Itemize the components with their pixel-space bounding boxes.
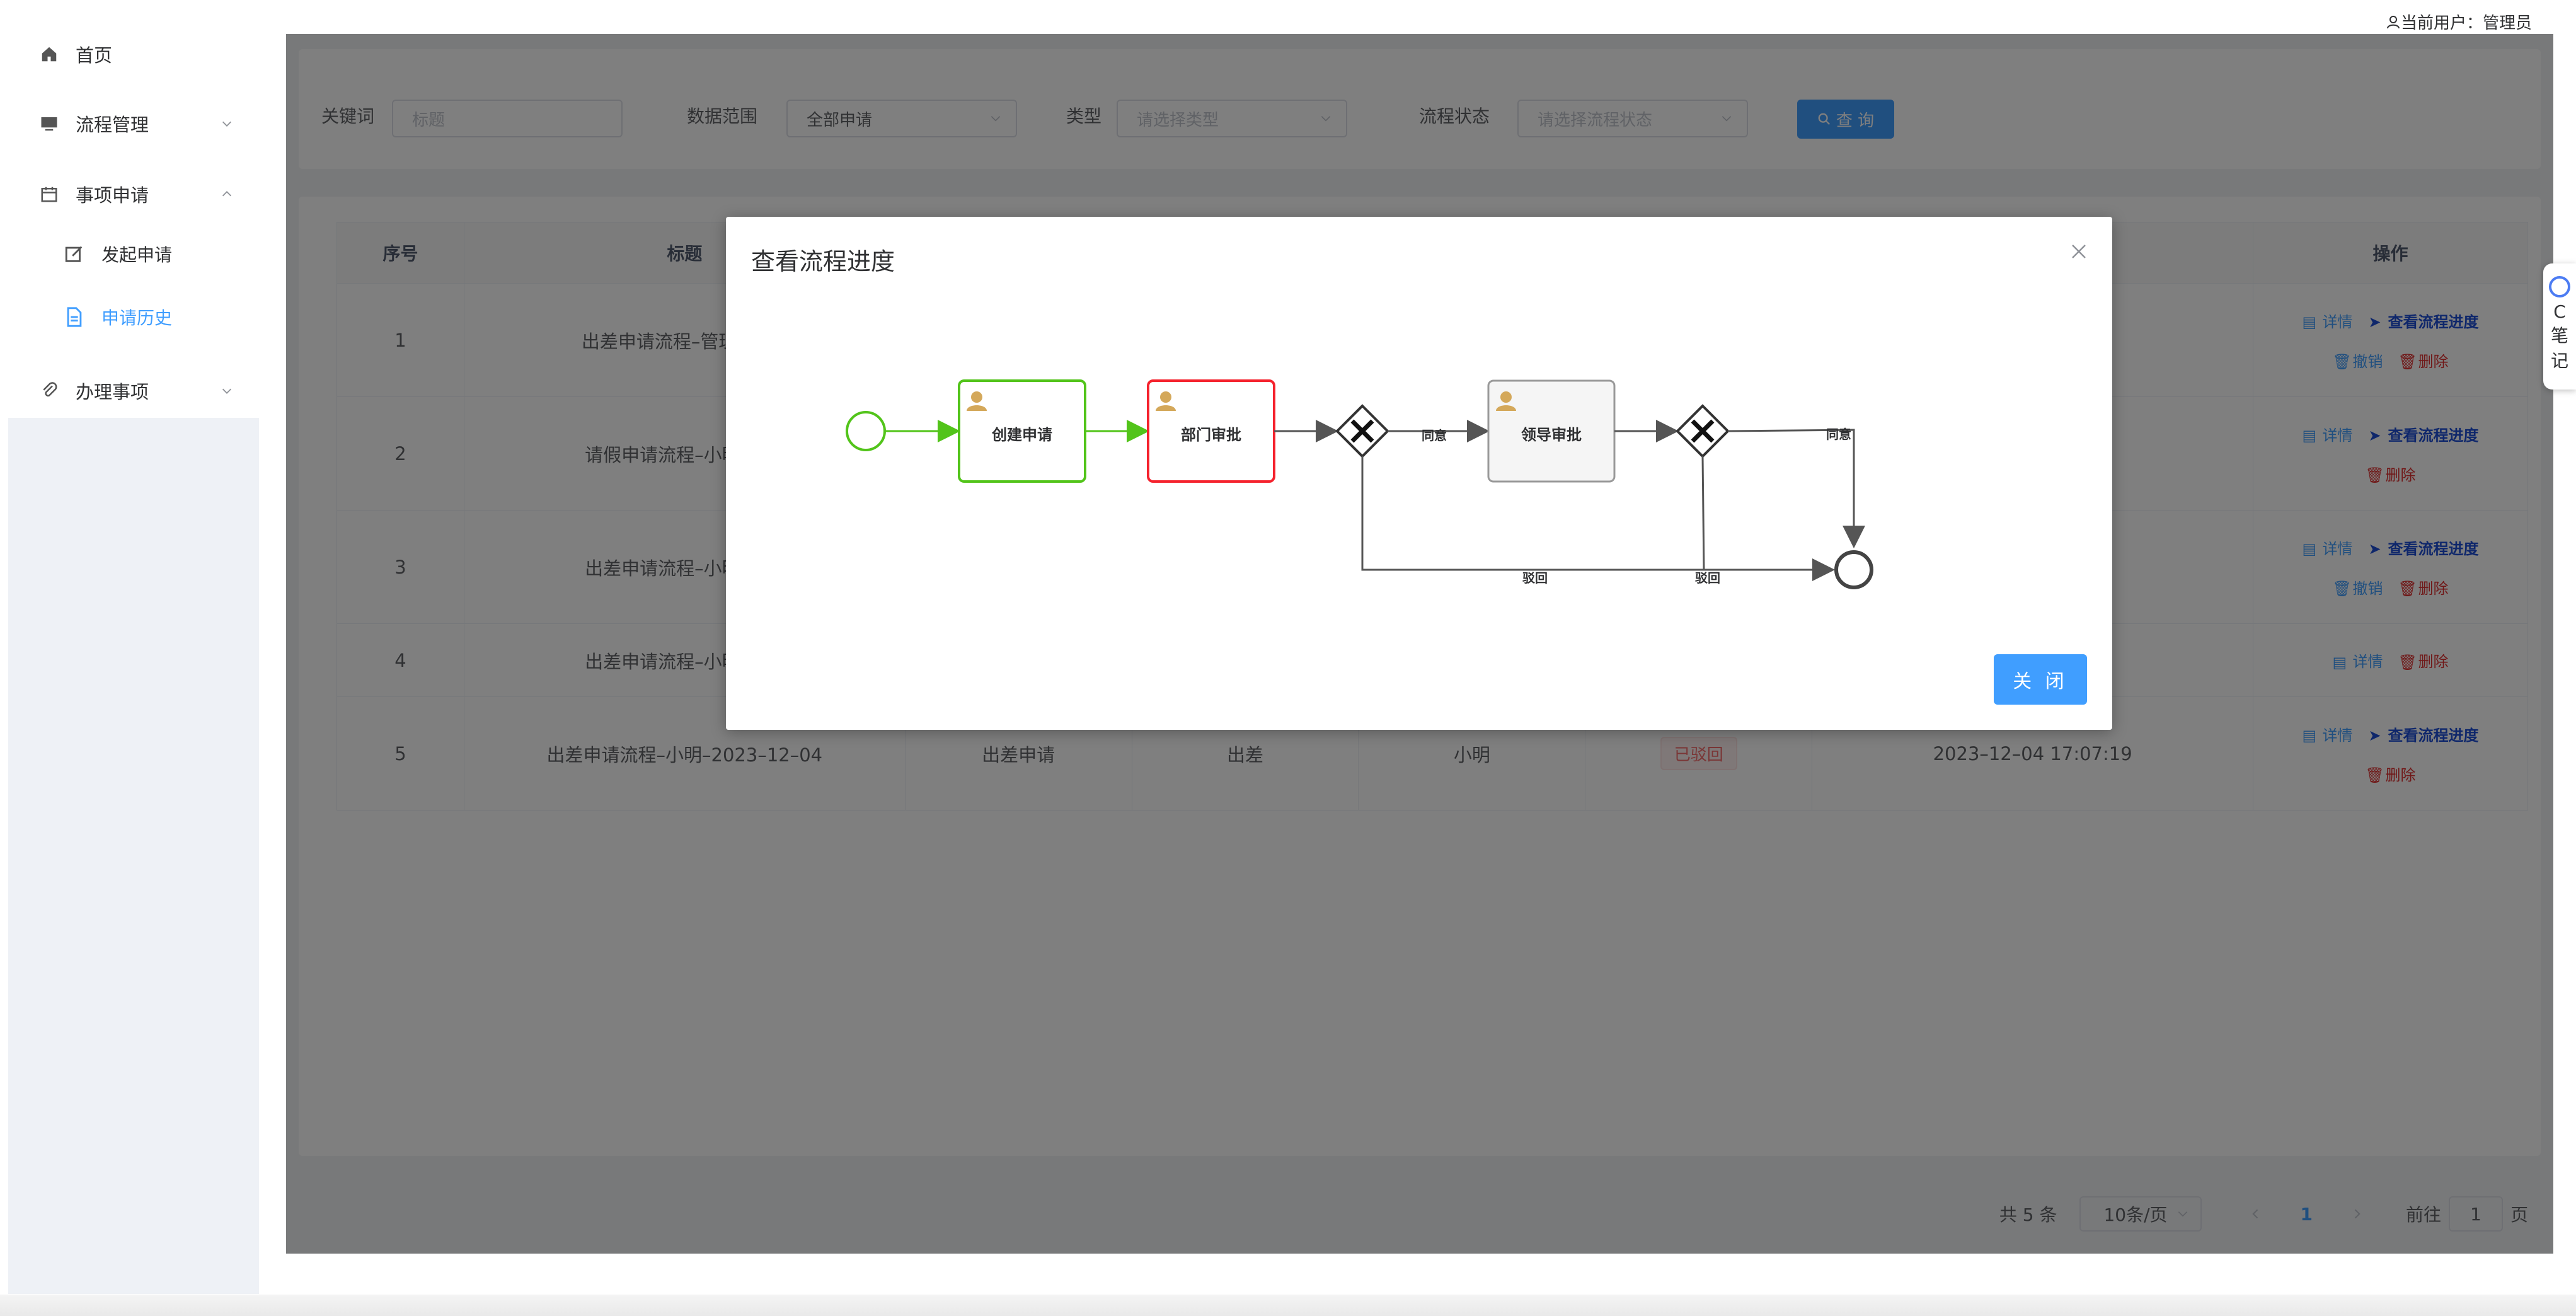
task-leader-approval[interactable]: 领导审批 [1487,379,1616,483]
task-label: 领导审批 [1521,426,1582,444]
user-icon [2386,15,2400,28]
sidebar-item-home[interactable]: 首页 [8,20,259,89]
chevron-down-icon [222,121,232,127]
sidebar-item-applications[interactable]: 事项申请 [8,159,259,229]
sidebar-item-new-application[interactable]: 发起申请 [8,222,259,286]
task-label: 部门审批 [1181,426,1241,444]
flow-label-reject: 驳回 [1695,570,1720,586]
document-icon [67,307,82,327]
flow-gateway2-to-end [1727,429,1865,548]
end-event [1834,550,1873,589]
side-note-widget[interactable]: C 笔 记 [2543,263,2576,390]
chevron-up-icon [222,191,232,197]
task-create-application[interactable]: 创建申请 [958,379,1086,483]
progress-dialog: 查看流程进度 创建申请 部门审批 同意 领导审批 同意 驳回 驳回 关 闭 [726,217,2112,730]
flow-gateway2-reject [1701,456,1705,570]
chevron-down-icon [222,388,232,394]
bottom-strip [0,1295,2576,1316]
edit-icon [65,246,83,262]
sidebar-menu: 首页 流程管理 事项申请 发起申请 申请历史 办理事项 [8,8,259,418]
current-user-label: 当前用户：管理员 [2400,14,2532,33]
dialog-title: 查看流程进度 [751,248,895,275]
sidebar-item-label: 流程管理 [76,114,149,136]
flow-label-agree: 同意 [1826,427,1851,442]
paperclip-icon [38,379,60,402]
current-user: 当前用户：管理员 [2386,10,2532,33]
sidebar-item-label: 申请历史 [101,308,173,328]
sidebar-item-label: 办理事项 [76,381,149,403]
flow-label-agree: 同意 [1422,428,1447,443]
gateway-2 [1676,404,1730,458]
gateway-1 [1335,404,1389,458]
sidebar-item-label: 首页 [76,45,113,66]
sidebar: 首页 流程管理 事项申请 发起申请 申请历史 办理事项 [8,8,259,1294]
calendar-icon [38,183,60,205]
sidebar-item-process-management[interactable]: 流程管理 [8,89,259,158]
sidebar-item-application-history[interactable]: 申请历史 [8,286,259,349]
task-label: 创建申请 [991,426,1052,444]
note-app-icon [2549,276,2570,297]
widget-text: 笔 [2550,325,2568,346]
close-button[interactable]: 关 闭 [1994,654,2087,705]
start-event [846,411,886,451]
widget-text: C [2553,301,2566,322]
flow-label-reject: 驳回 [1522,570,1548,586]
sidebar-item-label: 事项申请 [76,185,149,206]
sidebar-item-label: 发起申请 [101,245,173,265]
task-dept-approval[interactable]: 部门审批 [1147,379,1275,483]
close-icon[interactable] [2069,242,2088,261]
widget-text: 记 [2550,350,2568,371]
monitor-icon [38,112,60,135]
sidebar-item-tasks[interactable]: 办理事项 [8,356,259,425]
home-icon [38,43,60,66]
process-diagram: 创建申请 部门审批 同意 领导审批 同意 驳回 驳回 [846,379,1873,589]
